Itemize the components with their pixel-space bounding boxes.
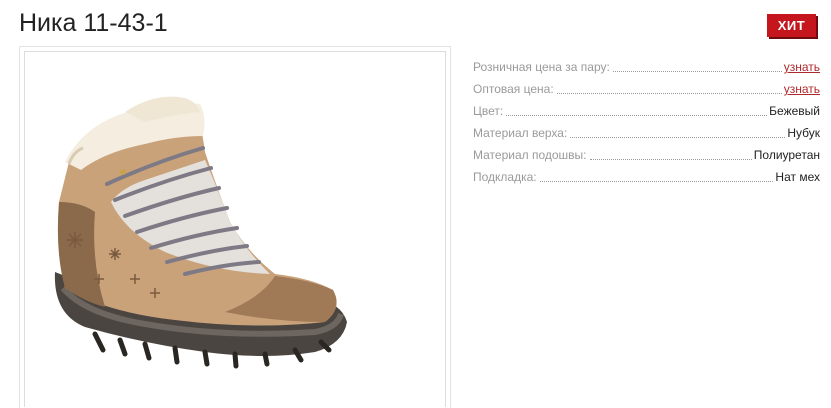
hit-badge: ХИТ bbox=[767, 14, 816, 37]
spec-row-lining: Подкладка: Нат мех bbox=[473, 163, 820, 185]
dotted-leader bbox=[570, 137, 786, 138]
spec-row-upper-material: Материал верха: Нубук bbox=[473, 119, 820, 141]
product-photo-frame bbox=[19, 46, 451, 408]
spec-label: Материал подошвы: bbox=[473, 148, 587, 162]
spec-row-wholesale-price: Оптовая цена: узнать bbox=[473, 75, 820, 97]
spec-label: Подкладка: bbox=[473, 170, 537, 184]
product-title: Ника 11-43-1 bbox=[19, 9, 168, 37]
dotted-leader bbox=[556, 93, 782, 94]
dotted-leader bbox=[539, 181, 774, 182]
winter-boot-image bbox=[54, 96, 347, 369]
wholesale-price-link[interactable]: узнать bbox=[784, 82, 820, 97]
spec-value: Бежевый bbox=[769, 104, 820, 118]
spec-value: Полиуретан bbox=[753, 148, 820, 162]
spec-value: Нат мех bbox=[775, 170, 820, 184]
dotted-leader bbox=[589, 159, 752, 160]
dotted-leader bbox=[506, 115, 768, 116]
product-photo[interactable] bbox=[24, 51, 446, 407]
spec-label: Оптовая цена: bbox=[473, 82, 554, 96]
spec-row-retail-price: Розничная цена за пару: узнать bbox=[473, 53, 820, 75]
specs-list: Розничная цена за пару: узнать Оптовая ц… bbox=[473, 53, 820, 185]
spec-label: Материал верха: bbox=[473, 126, 568, 140]
dotted-leader bbox=[612, 71, 782, 72]
product-card: Ника 11-43-1 ХИТ Розничная цена за пару:… bbox=[0, 0, 831, 408]
spec-value: Нубук bbox=[787, 126, 820, 140]
spec-row-color: Цвет: Бежевый bbox=[473, 97, 820, 119]
spec-label: Цвет: bbox=[473, 104, 504, 118]
retail-price-link[interactable]: узнать bbox=[784, 60, 820, 75]
spec-row-sole-material: Материал подошвы: Полиуретан bbox=[473, 141, 820, 163]
spec-label: Розничная цена за пару: bbox=[473, 60, 610, 74]
